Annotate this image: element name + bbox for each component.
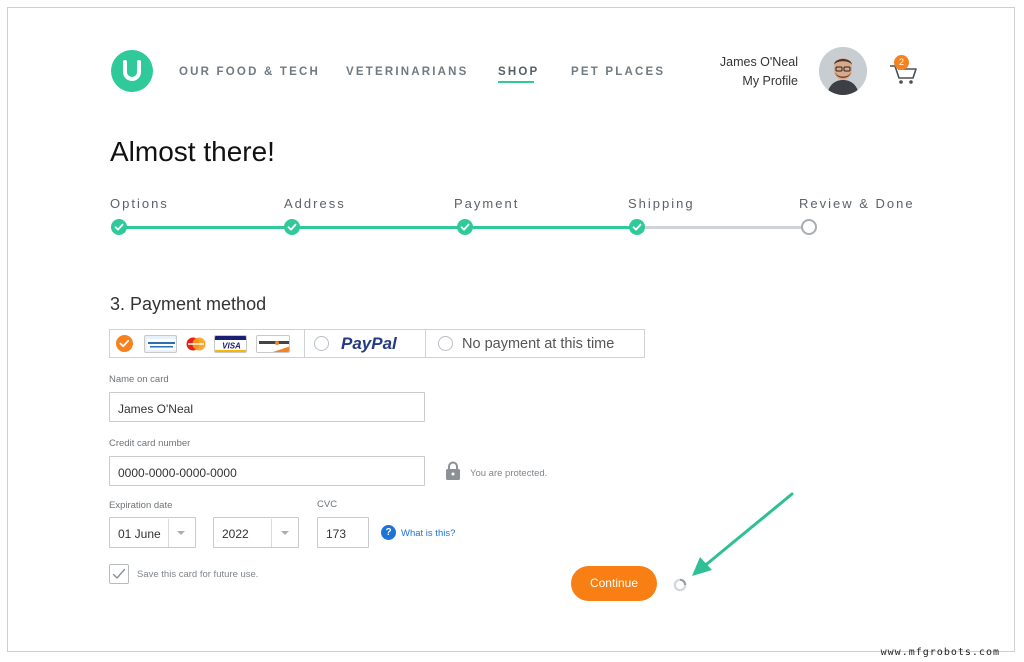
my-profile-link[interactable]: My Profile [742, 74, 798, 88]
help-icon[interactable]: ? [381, 525, 396, 540]
expiration-date-label: Expiration date [109, 500, 173, 511]
visa-card-icon: VISA [214, 335, 247, 353]
amex-card-icon [144, 335, 177, 353]
name-on-card-value: James O'Neal [118, 402, 193, 416]
step-label-payment: Payment [454, 196, 520, 211]
step-label-shipping: Shipping [628, 196, 695, 211]
progress-track-complete [119, 226, 637, 229]
what-is-this-link[interactable]: What is this? [401, 528, 455, 539]
mastercard-icon [182, 335, 210, 353]
no-payment-label: No payment at this time [462, 336, 615, 352]
step-check-icon[interactable] [111, 219, 127, 235]
step-label-address: Address [284, 196, 346, 211]
continue-button[interactable]: Continue [571, 566, 657, 601]
divider [271, 519, 272, 547]
nav-item-pet-places[interactable]: PET PLACES [571, 66, 665, 78]
chevron-down-icon [281, 531, 289, 535]
card-number-input[interactable]: 0000-0000-0000-0000 [109, 456, 425, 486]
chevron-down-icon [177, 531, 185, 535]
nav-item-our-food-tech[interactable]: OUR FOOD & TECH [179, 66, 320, 78]
payment-option-cards[interactable]: VISA [110, 330, 304, 357]
payment-method-selector: VISA PayPal No payment at this time [109, 329, 645, 358]
paypal-logo: PayPal [341, 334, 397, 353]
payment-option-paypal[interactable]: PayPal [305, 330, 425, 357]
discover-card-icon [256, 335, 290, 353]
name-on-card-input[interactable]: James O'Neal [109, 392, 425, 422]
cvc-input[interactable]: 173 [317, 517, 369, 548]
step-check-icon[interactable] [629, 219, 645, 235]
expiry-year-value: 2022 [222, 527, 249, 541]
lock-icon [445, 461, 461, 480]
step-pending-circle [801, 219, 817, 235]
card-number-value: 0000-0000-0000-0000 [118, 466, 237, 480]
cvc-label: CVC [317, 499, 338, 510]
card-number-label: Credit card number [109, 438, 191, 449]
no-payment-radio[interactable] [438, 336, 453, 351]
page-title: Almost there! [110, 136, 275, 167]
nav-item-shop[interactable]: SHOP [498, 66, 539, 78]
save-card-checkbox[interactable] [109, 564, 129, 584]
cvc-value: 173 [326, 527, 347, 541]
annotation-arrow-icon [680, 490, 800, 582]
nav-item-veterinarians[interactable]: VETERINARIANS [346, 66, 469, 78]
payment-option-none[interactable]: No payment at this time [426, 330, 644, 357]
expiry-month-value: 01 June [118, 527, 161, 541]
svg-text:VISA: VISA [222, 342, 241, 351]
watermark-text: www.mfgrobots.com [880, 647, 1000, 658]
expiry-year-select[interactable]: 2022 [213, 517, 299, 548]
name-on-card-label: Name on card [109, 374, 169, 385]
step-label-review-done: Review & Done [799, 196, 915, 211]
protected-text: You are protected. [470, 468, 548, 479]
step-check-icon[interactable] [284, 219, 300, 235]
user-avatar[interactable] [819, 47, 867, 95]
paypal-radio[interactable] [314, 336, 329, 351]
selected-check-icon [116, 335, 133, 352]
divider [168, 519, 169, 547]
expiry-month-select[interactable]: 01 June [109, 517, 196, 548]
progress-track-remaining [637, 226, 809, 229]
logo-icon[interactable] [111, 50, 153, 92]
nav-active-underline [498, 81, 534, 83]
step-check-icon[interactable] [457, 219, 473, 235]
cart-count-badge: 2 [894, 55, 909, 70]
user-name: James O'Neal [719, 55, 798, 69]
save-card-label: Save this card for future use. [137, 569, 259, 580]
step-label-options: Options [110, 196, 169, 211]
payment-section-title: 3. Payment method [110, 294, 267, 314]
